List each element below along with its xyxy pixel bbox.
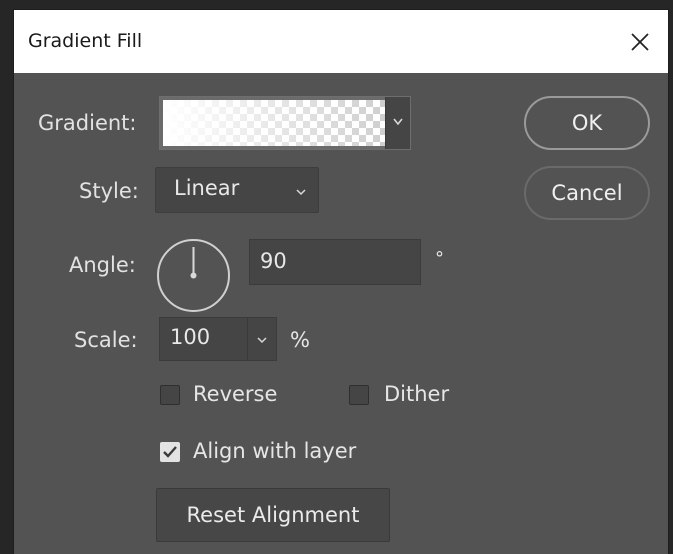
- style-value: Linear: [174, 176, 240, 200]
- dialog-title: Gradient Fill: [28, 30, 143, 52]
- angle-input[interactable]: 90: [249, 239, 421, 285]
- gradient-label: Gradient:: [38, 111, 137, 135]
- chevron-down-icon: [393, 118, 403, 126]
- angle-indicator-icon: [190, 247, 197, 279]
- gradient-fill-dialog: Gradient Fill Gradient: Style: Linear An…: [14, 10, 668, 554]
- ok-button[interactable]: OK: [524, 96, 650, 150]
- align-with-layer-checkbox[interactable]: [160, 442, 180, 462]
- dither-label: Dither: [384, 382, 450, 406]
- ok-label: OK: [571, 111, 603, 135]
- style-dropdown[interactable]: Linear: [155, 167, 319, 213]
- reset-alignment-button[interactable]: Reset Alignment: [156, 488, 390, 542]
- reverse-label: Reverse: [193, 382, 278, 406]
- scale-label: Scale:: [74, 328, 138, 352]
- reset-alignment-label: Reset Alignment: [186, 503, 360, 527]
- align-with-layer-label: Align with layer: [193, 439, 357, 463]
- reverse-checkbox[interactable]: [160, 385, 180, 405]
- gradient-dropdown-toggle[interactable]: [385, 97, 410, 149]
- scale-unit: %: [290, 328, 310, 352]
- gradient-picker[interactable]: [159, 96, 411, 150]
- angle-label: Angle:: [69, 253, 136, 277]
- close-icon: [631, 33, 649, 51]
- style-label: Style:: [79, 179, 139, 203]
- chevron-down-icon[interactable]: [255, 336, 269, 346]
- angle-dial[interactable]: [157, 239, 230, 312]
- chevron-down-icon: [296, 189, 306, 196]
- gradient-swatch[interactable]: [163, 100, 386, 146]
- scale-combobox[interactable]: 100: [159, 317, 277, 361]
- angle-value: 90: [260, 249, 287, 273]
- cancel-label: Cancel: [551, 181, 623, 205]
- angle-unit: °: [435, 248, 444, 269]
- scale-value: 100: [170, 325, 211, 349]
- scale-divider: [247, 318, 248, 360]
- checkmark-icon: [163, 446, 177, 458]
- title-bar: Gradient Fill: [14, 10, 668, 73]
- cancel-button[interactable]: Cancel: [524, 166, 650, 220]
- dither-checkbox[interactable]: [349, 385, 369, 405]
- close-button[interactable]: [620, 22, 660, 62]
